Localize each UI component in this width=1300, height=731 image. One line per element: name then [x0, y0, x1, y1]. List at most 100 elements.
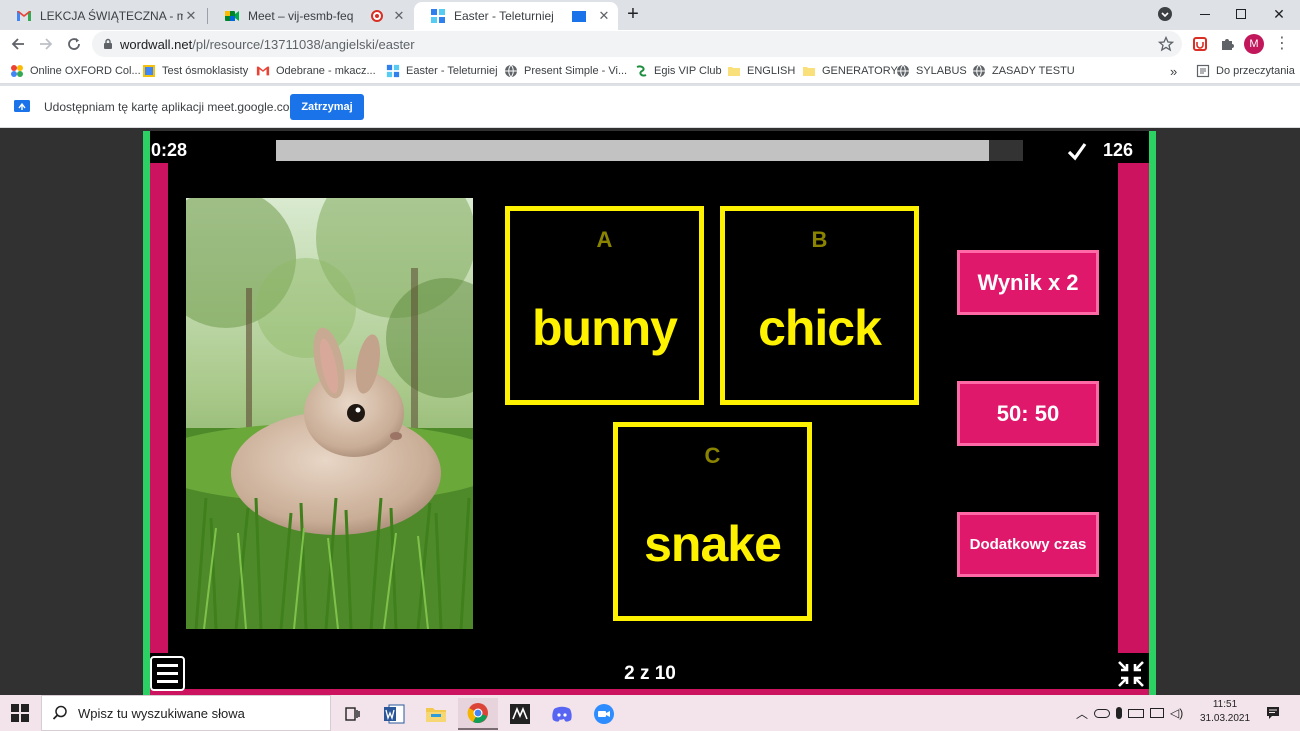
- bookmark-item[interactable]: Easter - Teleturniej: [386, 63, 498, 79]
- taskbar-chrome[interactable]: [458, 698, 498, 730]
- time-progress-bar: [276, 140, 1023, 161]
- zoom-icon: [594, 704, 614, 724]
- bookmark-item[interactable]: Test ósmoklasisty: [142, 63, 248, 79]
- folder-icon: [426, 708, 446, 722]
- bookmark-item[interactable]: Odebrane - mkacz...: [256, 63, 376, 79]
- bookmark-folder[interactable]: GENERATORY: [802, 63, 898, 79]
- windows-start-icon[interactable]: [10, 703, 30, 723]
- notification-icon[interactable]: [1266, 706, 1280, 720]
- star-icon[interactable]: [1158, 36, 1174, 52]
- reading-list-icon: [1196, 64, 1210, 78]
- close-icon[interactable]: ✕: [596, 8, 612, 24]
- timer: 0:28: [151, 140, 188, 160]
- back-button[interactable]: [6, 32, 30, 56]
- chrome-icon: [467, 703, 488, 724]
- arrow-left-icon: [11, 38, 24, 50]
- double-score-button[interactable]: Wynik x 2: [957, 250, 1099, 315]
- wordwall-icon: [386, 64, 400, 78]
- bookmark-item[interactable]: Online OXFORD Col...: [10, 63, 141, 79]
- minimize-button[interactable]: [1186, 0, 1224, 28]
- stop-sharing-button[interactable]: Zatrzymaj: [290, 94, 364, 120]
- check-icon: [1067, 143, 1087, 161]
- bookmark-label: Easter - Teleturniej: [406, 65, 498, 77]
- tab-strip: LEKCJA ŚWIĄTECZNA - mkaczma ✕ Meet – vij…: [0, 0, 1300, 30]
- score: 126: [1103, 140, 1134, 160]
- recording-icon: [371, 10, 383, 22]
- volume-icon[interactable]: ◁): [1170, 706, 1183, 720]
- bookmarks-overflow-button[interactable]: »: [1170, 63, 1177, 79]
- task-view-button[interactable]: [332, 698, 372, 730]
- bookmark-item[interactable]: Egis VIP Club: [634, 63, 722, 79]
- url-host: wordwall.net: [120, 36, 193, 52]
- microphone-icon[interactable]: [1116, 707, 1123, 719]
- answer-option-c[interactable]: C snake: [613, 422, 812, 621]
- close-icon[interactable]: ✕: [183, 8, 199, 24]
- menu-button[interactable]: ⋮: [1270, 32, 1294, 56]
- game-menu-button[interactable]: [150, 656, 185, 691]
- bookmark-label: Test ósmoklasisty: [162, 65, 249, 77]
- bookmark-item[interactable]: ZASADY TESTU: [972, 63, 1075, 79]
- answer-letter: C: [704, 443, 721, 468]
- close-icon: ✕: [1273, 5, 1285, 22]
- restore-button[interactable]: [1222, 0, 1260, 28]
- bookmark-folder[interactable]: ENGLISH: [727, 63, 795, 79]
- lock-icon: [104, 38, 112, 49]
- menu-bar-icon: [157, 680, 178, 683]
- fifty-fifty-button[interactable]: 50: 50: [957, 381, 1099, 446]
- pen-app-icon: [510, 704, 530, 724]
- bookmark-label: Egis VIP Club: [654, 65, 722, 77]
- close-window-button[interactable]: ✕: [1260, 0, 1298, 28]
- taskbar-clock[interactable]: 11:51 31.03.2021: [1200, 698, 1250, 726]
- battery-icon[interactable]: [1128, 708, 1145, 718]
- taskbar-search-box[interactable]: Wpisz tu wyszukiwane słowa: [41, 695, 331, 731]
- answer-letter: B: [811, 227, 828, 252]
- reading-list-label: Do przeczytania: [1216, 65, 1295, 77]
- reload-button[interactable]: [62, 32, 86, 56]
- cloud-icon[interactable]: [1094, 708, 1111, 718]
- folder-icon: [803, 67, 815, 76]
- forward-button[interactable]: [34, 32, 58, 56]
- globe-icon: [505, 64, 517, 78]
- tab-search-button[interactable]: [1146, 0, 1184, 28]
- taskbar-zoom[interactable]: [584, 698, 624, 730]
- bookmark-label: ZASADY TESTU: [992, 65, 1075, 77]
- taskbar-word[interactable]: [374, 698, 414, 730]
- bookmark-item[interactable]: Present Simple - Vi...: [504, 63, 627, 79]
- taskbar-explorer[interactable]: [416, 698, 456, 730]
- taskbar-discord[interactable]: [542, 698, 582, 730]
- extensions-button[interactable]: [1215, 32, 1239, 56]
- extra-time-button[interactable]: Dodatkowy czas: [957, 512, 1099, 577]
- tab-lekcja[interactable]: LEKCJA ŚWIĄTECZNA - mkaczma ✕: [0, 2, 205, 30]
- clock-date: 31.03.2021: [1200, 713, 1251, 724]
- bookmark-item[interactable]: SYLABUS: [896, 63, 967, 79]
- discord-icon: [552, 706, 572, 722]
- answer-word: chick: [758, 300, 882, 356]
- tab-easter[interactable]: Easter - Teleturniej ✕: [414, 2, 618, 30]
- close-icon[interactable]: ✕: [391, 8, 407, 24]
- new-tab-button[interactable]: +: [614, 0, 652, 28]
- exit-fullscreen-icon[interactable]: [1116, 659, 1146, 689]
- url-path: /pl/resource/13711038/angielski/easter: [192, 36, 415, 52]
- system-tray: ︿ ◁): [1076, 695, 1183, 731]
- url-text: wordwall.net/pl/resource/13711038/angiel…: [120, 37, 415, 52]
- answer-option-b[interactable]: B chick: [720, 206, 919, 405]
- globe-icon: [897, 64, 909, 78]
- bookmark-label: Present Simple - Vi...: [524, 65, 628, 77]
- network-icon[interactable]: [1150, 708, 1165, 718]
- bookmarks-bar: Online OXFORD Col... Test ósmoklasisty O…: [0, 58, 1300, 84]
- profile-button[interactable]: M: [1242, 32, 1266, 56]
- extension-shield-button[interactable]: [1188, 32, 1212, 56]
- bunny-photo: [186, 198, 473, 629]
- arrow-right-icon: [40, 38, 53, 50]
- address-bar[interactable]: wordwall.net/pl/resource/13711038/angiel…: [92, 31, 1182, 57]
- gmail-icon: [17, 11, 31, 21]
- bookmark-label: GENERATORY: [822, 65, 898, 77]
- wordwall-icon: [431, 9, 445, 23]
- taskbar-app-dark[interactable]: [500, 698, 540, 730]
- reading-list-button[interactable]: Do przeczytania: [1196, 63, 1295, 79]
- answer-option-a[interactable]: A bunny: [505, 206, 704, 405]
- tab-meet[interactable]: Meet – vij-esmb-feq ✕: [208, 2, 413, 30]
- word-icon: [384, 704, 405, 724]
- task-view-icon: [345, 707, 360, 721]
- chevron-up-icon[interactable]: ︿: [1076, 705, 1088, 722]
